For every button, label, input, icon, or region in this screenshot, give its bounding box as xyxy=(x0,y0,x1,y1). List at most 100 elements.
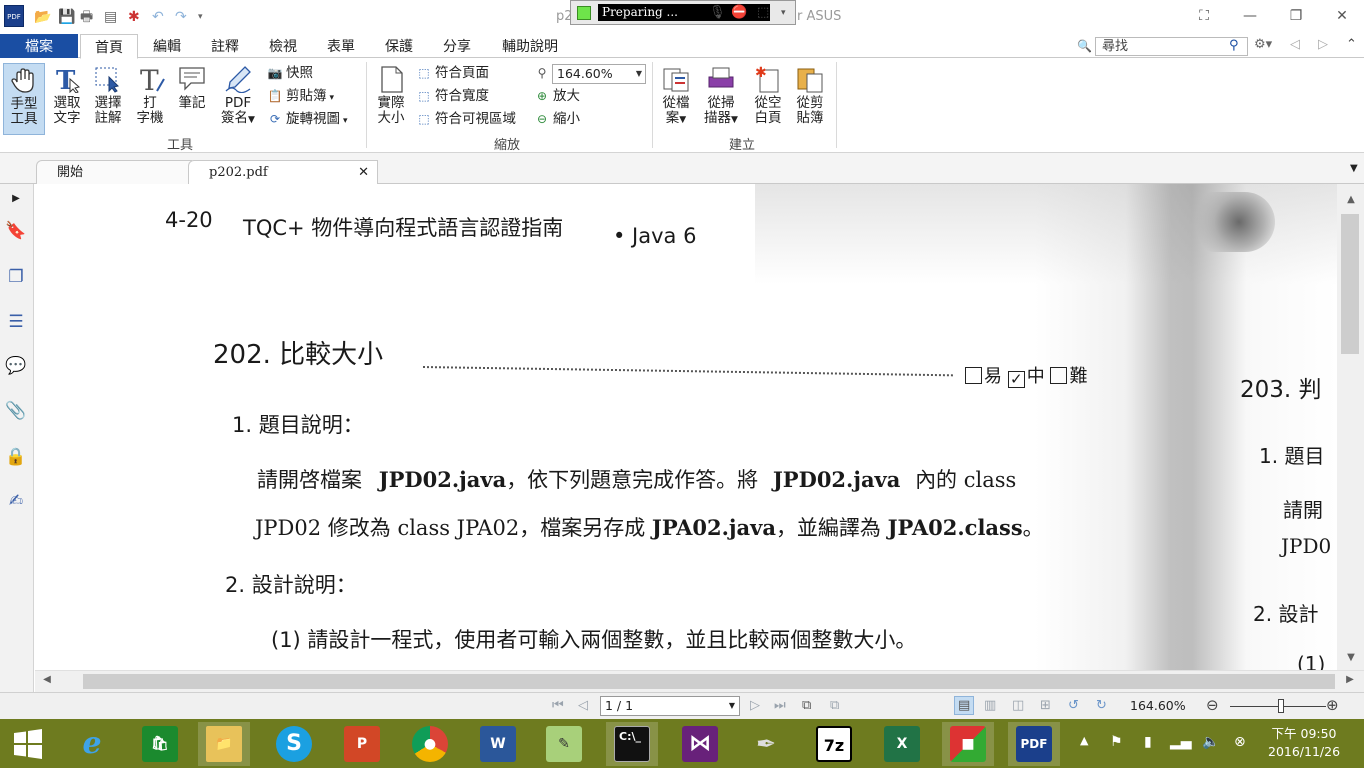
taskbar-command-prompt[interactable]: C:\_ xyxy=(606,722,658,766)
minimize-icon[interactable]: — xyxy=(1238,6,1262,26)
tab-share[interactable]: 分享 xyxy=(432,34,482,58)
email-icon[interactable]: ▤ xyxy=(104,8,117,26)
recorder-dropdown-icon[interactable]: ▾ xyxy=(781,8,786,18)
tab-document[interactable]: p202.pdf ✕ xyxy=(188,160,378,184)
tab-protect[interactable]: 保護 xyxy=(374,34,424,58)
settings-gear-icon[interactable]: ⚙▾ xyxy=(1254,37,1272,52)
fit-visible-button[interactable]: ⬚ 符合可視區域 xyxy=(416,109,516,129)
taskbar-inkscape[interactable]: ✒ xyxy=(740,722,792,766)
layers-icon[interactable]: ☰ xyxy=(5,311,27,333)
zoom-out-button[interactable]: ⊖ 縮小 xyxy=(534,109,580,129)
pdf-sign-button[interactable]: PDF 簽名▼ xyxy=(214,63,262,135)
zoom-level-select[interactable]: 164.60% ▼ xyxy=(552,64,646,84)
taskbar-pdf-reader[interactable]: PDF xyxy=(1008,722,1060,766)
tab-file[interactable]: 檔案 xyxy=(0,34,78,58)
attachment-icon[interactable]: 📎 xyxy=(5,400,27,422)
comments-icon[interactable]: 💬 xyxy=(5,355,27,377)
select-annotation-button[interactable]: 選擇 註解 xyxy=(88,63,128,135)
page-number-select[interactable]: 1 / 1 ▼ xyxy=(600,696,740,716)
tab-view[interactable]: 檢視 xyxy=(258,34,308,58)
create-from-blank-button[interactable]: ✱ 從空 白頁 xyxy=(748,63,788,135)
fit-page-button[interactable]: ⬚ 符合頁面 xyxy=(416,63,489,83)
network-disconnected-icon[interactable]: ⊗ xyxy=(1234,734,1246,750)
close-icon[interactable]: ✕ xyxy=(1330,6,1354,26)
taskbar-skype[interactable]: S xyxy=(268,722,320,766)
tab-help[interactable]: 輔助說明 xyxy=(494,34,566,58)
horizontal-scroll-thumb[interactable] xyxy=(83,674,1335,689)
taskbar-notepad-plus[interactable]: ✎ xyxy=(538,722,590,766)
tab-home[interactable]: 首頁 xyxy=(80,34,138,59)
horizontal-scrollbar[interactable]: ◀ ▶ xyxy=(35,670,1364,692)
app-logo-icon[interactable]: PDF xyxy=(4,5,24,27)
tab-edit[interactable]: 編輯 xyxy=(142,34,192,58)
taskbar-chrome[interactable]: ● xyxy=(404,722,456,766)
show-hidden-icons-icon[interactable]: ▲ xyxy=(1080,734,1088,747)
tab-comment[interactable]: 註釋 xyxy=(200,34,250,58)
tab-form[interactable]: 表單 xyxy=(316,34,366,58)
previous-page-icon[interactable]: ◁ xyxy=(578,698,588,713)
close-tab-icon[interactable]: ✕ xyxy=(358,161,369,185)
vertical-scrollbar[interactable]: ▲ ▼ xyxy=(1337,184,1364,670)
ribbon-collapse-icon[interactable]: ⌃ xyxy=(1346,37,1357,52)
taskbar-7zip[interactable]: 7z xyxy=(808,722,860,766)
scroll-left-icon[interactable]: ◀ xyxy=(37,674,57,685)
signature-icon[interactable]: ✍ xyxy=(5,490,27,512)
clock[interactable]: 下午 09:50 2016/11/26 xyxy=(1268,725,1340,761)
security-lock-icon[interactable]: 🔒 xyxy=(5,446,27,468)
previous-view-icon[interactable]: ⧉ xyxy=(802,698,811,713)
facing-view-icon[interactable]: ◫ xyxy=(1012,698,1024,713)
zoom-slider-handle[interactable] xyxy=(1278,699,1284,713)
rotate-view-button[interactable]: ⟳ 旋轉視圖 ▾ xyxy=(267,109,348,129)
redo-icon[interactable]: ↷ xyxy=(175,8,187,26)
typewriter-button[interactable]: T 打 字機 xyxy=(130,63,170,135)
select-text-button[interactable]: T 選取 文字 xyxy=(47,63,87,135)
network-signal-icon[interactable]: ▂▄ xyxy=(1170,734,1192,750)
single-page-view-icon[interactable]: ▤ xyxy=(954,696,975,715)
expand-panel-icon[interactable]: ▶ xyxy=(5,188,27,210)
note-button[interactable]: 筆記 xyxy=(172,63,212,135)
search-input[interactable]: 尋找 xyxy=(1095,37,1248,56)
document-viewport[interactable]: 4-20 TQC+ 物件導向程式語言認證指南 • Java 6 202. 比較大… xyxy=(35,184,1337,670)
taskbar-winrar[interactable]: ■ xyxy=(942,722,994,766)
taskbar-file-explorer[interactable]: 📁 xyxy=(198,722,250,766)
save-icon[interactable]: 💾 xyxy=(58,8,75,26)
next-page-icon[interactable]: ▷ xyxy=(750,698,760,713)
create-from-clipboard-button[interactable]: 從剪 貼簿 xyxy=(790,63,830,135)
taskbar-visual-studio[interactable]: ⋈ xyxy=(674,722,726,766)
zoom-out-icon[interactable]: ⊖ xyxy=(1206,696,1219,714)
prev-result-icon[interactable]: ◁ xyxy=(1290,37,1300,52)
zoom-in-icon[interactable]: ⊕ xyxy=(1326,696,1339,714)
print-icon[interactable]: 🖶 xyxy=(80,8,93,26)
bookmark-icon[interactable]: 🔖 xyxy=(5,220,27,242)
facing-continuous-view-icon[interactable]: ⊞ xyxy=(1040,698,1051,713)
volume-icon[interactable]: 🔈 xyxy=(1202,734,1219,750)
search-icon[interactable]: ⚲ xyxy=(1229,38,1239,53)
continuous-view-icon[interactable]: ▥ xyxy=(984,698,996,713)
create-from-scanner-button[interactable]: 從掃 描器▼ xyxy=(698,63,744,135)
start-button[interactable] xyxy=(2,722,54,766)
taskbar-word[interactable]: W xyxy=(472,722,524,766)
taskbar-internet-explorer[interactable]: e xyxy=(66,722,118,766)
new-document-icon[interactable]: ✱ xyxy=(128,8,140,26)
undo-icon[interactable]: ↶ xyxy=(152,8,164,26)
tab-list-dropdown-icon[interactable]: ▼ xyxy=(1350,163,1358,174)
zoom-in-button[interactable]: ⊕ 放大 xyxy=(534,86,580,106)
scroll-up-icon[interactable]: ▲ xyxy=(1341,194,1361,205)
hand-tool-button[interactable]: 手型 工具 xyxy=(3,63,45,135)
taskbar-excel[interactable]: X xyxy=(876,722,928,766)
vertical-scroll-thumb[interactable] xyxy=(1341,214,1359,354)
open-folder-icon[interactable]: 📂 xyxy=(34,8,51,26)
pages-icon[interactable]: ❐ xyxy=(5,266,27,288)
fit-width-button[interactable]: ⬚ 符合寬度 xyxy=(416,86,489,106)
find-options-icon[interactable]: 🔍 xyxy=(1077,39,1092,53)
webcam-off-icon[interactable]: ⛔ xyxy=(731,5,747,20)
microphone-icon[interactable]: 🎙 xyxy=(709,5,726,20)
customize-toolbar-icon[interactable]: ▾ xyxy=(198,8,203,26)
restore-icon[interactable]: ❐ xyxy=(1284,6,1308,26)
clipboard-button[interactable]: 📋 剪貼簿 ▾ xyxy=(267,86,335,106)
rotate-right-icon[interactable]: ↻ xyxy=(1096,698,1107,713)
taskbar-powerpoint[interactable]: P xyxy=(336,722,388,766)
actual-size-button[interactable]: 實際 大小 xyxy=(372,63,410,135)
next-view-icon[interactable]: ⧉ xyxy=(830,698,839,713)
next-result-icon[interactable]: ▷ xyxy=(1318,37,1328,52)
